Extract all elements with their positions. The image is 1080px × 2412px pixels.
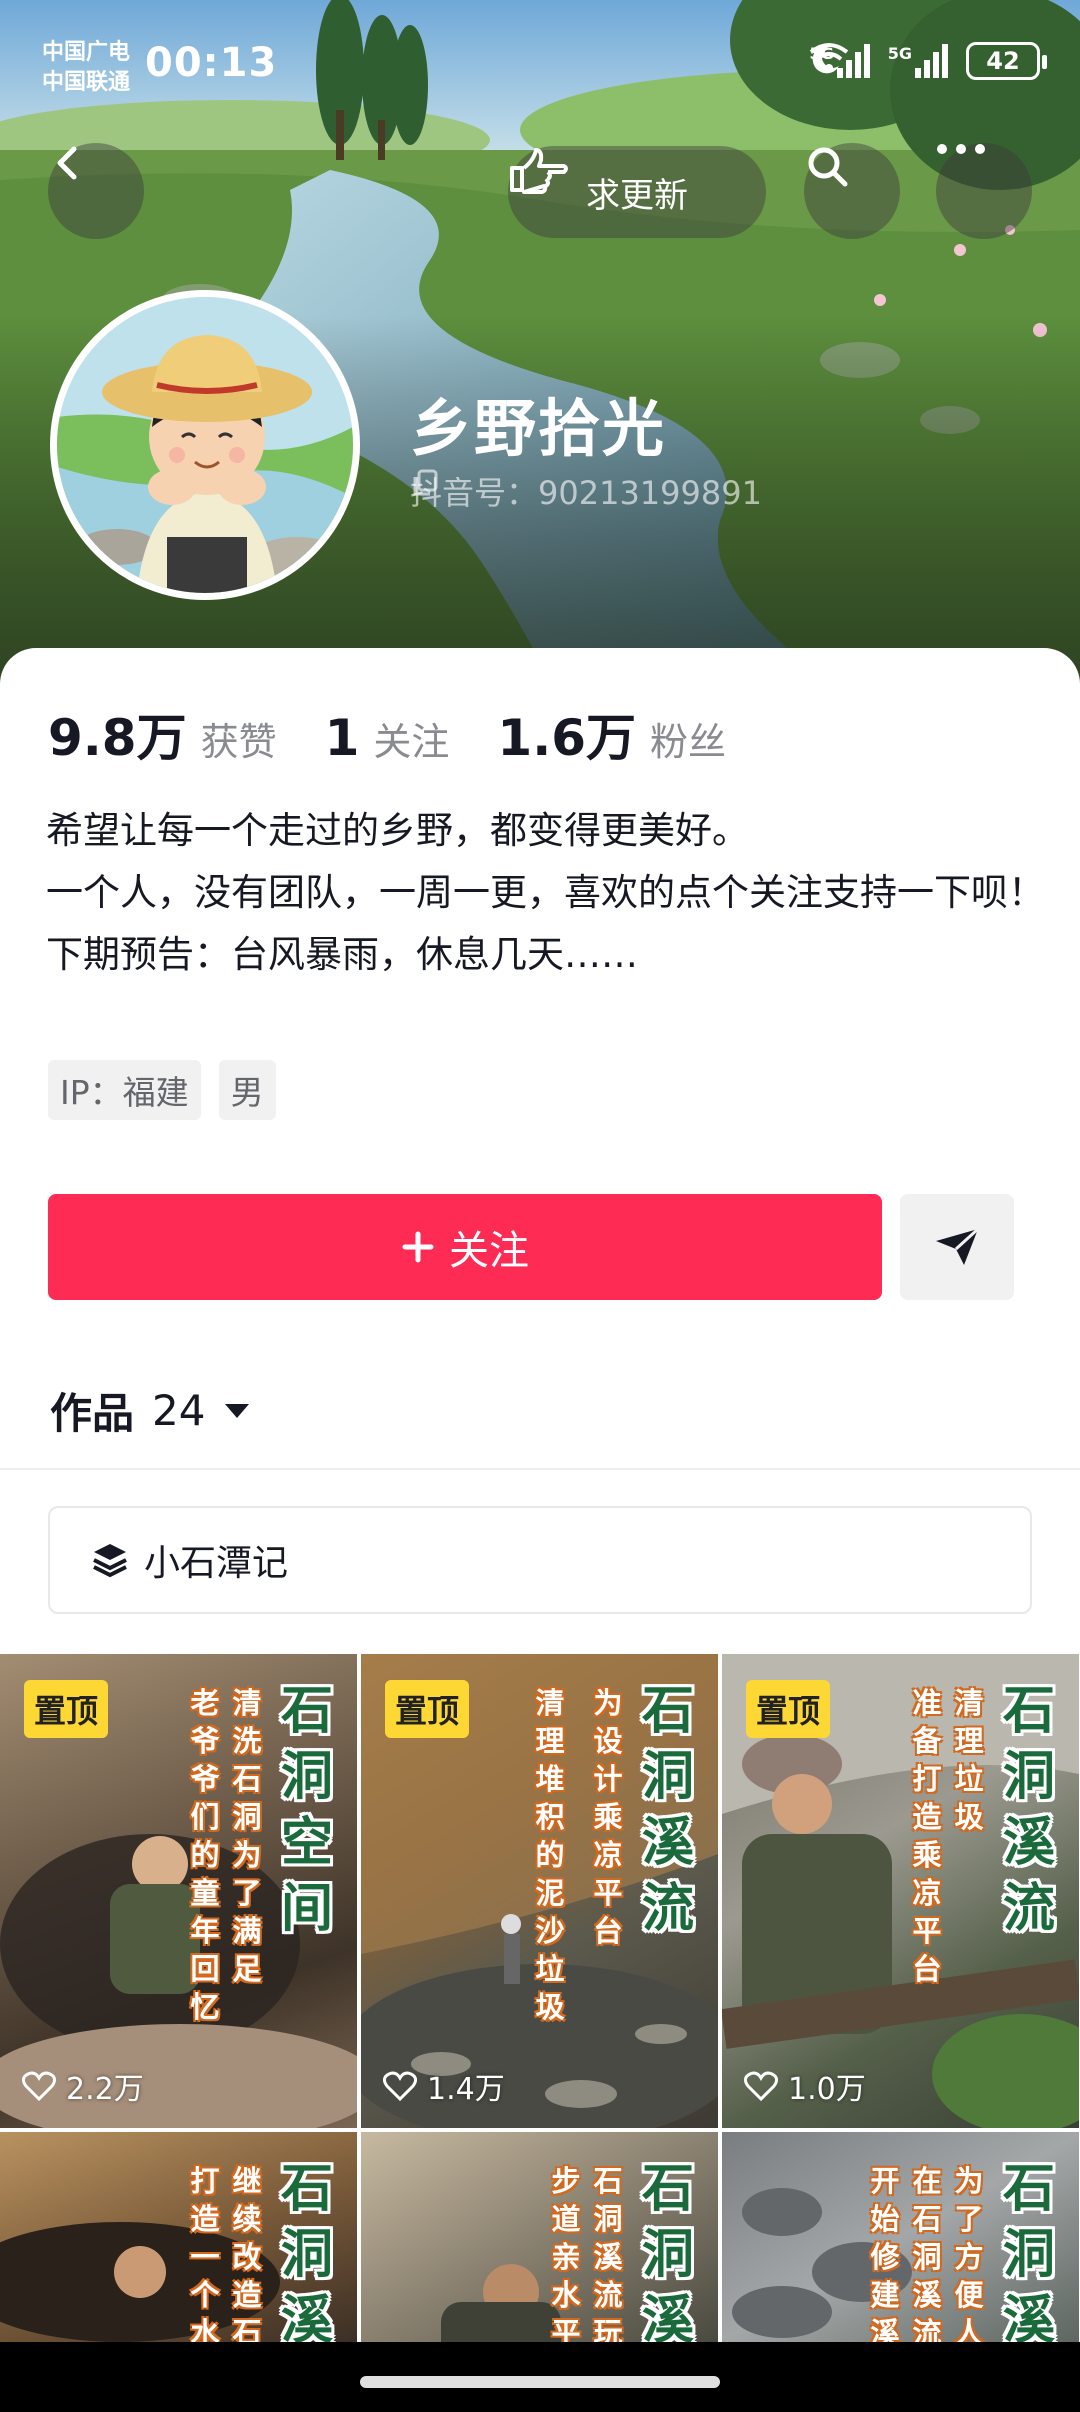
video-tile[interactable]: 继续改造石 打造一个水 石洞溪 <box>0 2132 357 2342</box>
carrier-1: 中国广电 <box>42 40 131 65</box>
more-icon <box>937 144 985 154</box>
bio-line: 一个人，没有团队，一周一更，喜欢的点个关注支持一下呗！ <box>46 871 1045 914</box>
video-subtitle: 为设计乘凉平台 <box>593 1686 623 1948</box>
request-update-button[interactable]: 求更新 <box>508 146 766 238</box>
video-tile[interactable]: 石洞溪流玩 步道亲水平台 石洞溪 <box>361 2132 718 2342</box>
likes-label: 获赞 <box>200 720 277 764</box>
followers-label[interactable]: 粉丝 <box>650 711 726 766</box>
clock: 00:13 <box>145 40 278 86</box>
video-likes: 1.0万 <box>744 2064 866 2108</box>
status-bar: 中国广电 中国联通 00:13 5G 5G 42 <box>0 0 1080 130</box>
followers-count[interactable]: 1.6万 <box>497 698 636 770</box>
video-title: 石洞溪 <box>280 2159 333 2342</box>
status-icons: 5G 5G 42 <box>809 42 1047 80</box>
following-count[interactable]: 1 <box>325 709 360 767</box>
carrier-info: 中国广电 中国联通 <box>42 38 130 98</box>
heart-icon <box>22 2071 56 2101</box>
avatar[interactable] <box>50 290 360 600</box>
avatar-illustration <box>57 297 353 593</box>
search-icon <box>808 147 848 187</box>
douyin-id-text: 抖音号：90213199891 <box>410 474 762 512</box>
pinned-badge: 置顶 <box>385 1680 470 1738</box>
works-label: 作品 <box>50 1389 135 1438</box>
profile-banner: 中国广电 中国联通 00:13 5G 5G 42 求更新 <box>0 0 1080 700</box>
back-button[interactable] <box>48 143 144 239</box>
video-subtitle: 开始修建溪边 <box>870 2164 900 2342</box>
collection-item[interactable]: 小石潭记 <box>48 1506 1032 1614</box>
video-tile[interactable]: 为了方便人们 在石洞溪流玩 开始修建溪边 石洞溪 <box>722 2132 1079 2342</box>
wifi-icon <box>810 43 849 72</box>
ip-tag: IP：福建 <box>48 1060 201 1120</box>
signal-2-icon: 5G <box>888 44 948 78</box>
likes-count: 1.0万 <box>788 2072 866 2107</box>
works-count: 24 <box>152 1386 206 1435</box>
message-button[interactable] <box>900 1194 1014 1300</box>
likes-count: 2.2万 <box>66 2072 144 2107</box>
video-title: 石洞溪 <box>1002 2159 1055 2342</box>
carrier-2: 中国联通 <box>42 70 131 95</box>
home-indicator[interactable] <box>360 2376 720 2388</box>
caret-down-icon <box>225 1403 250 1418</box>
works-tab[interactable]: 作品 24 <box>50 1380 251 1441</box>
video-title: 石洞空间 <box>280 1681 333 1939</box>
video-title: 石洞溪流 <box>641 1681 694 1939</box>
bio-line: 下期预告：台风暴雨，休息几天…… <box>46 933 638 976</box>
video-subtitle: 老爷爷们的童年回忆 <box>190 1686 220 2024</box>
follow-label: 关注 <box>449 1228 529 1274</box>
nickname: 乡野拾光 <box>410 392 667 465</box>
heart-icon <box>383 2071 417 2101</box>
bio-line: 希望让每一个走过的乡野，都变得更美好。 <box>46 809 749 852</box>
layers-icon <box>93 1544 127 1578</box>
copy-icon[interactable] <box>410 468 440 498</box>
send-icon <box>936 1227 980 1265</box>
likes-count: 1.4万 <box>427 2072 505 2107</box>
douyin-id[interactable]: 抖音号：90213199891 <box>410 468 762 514</box>
bio: 希望让每一个走过的乡野，都变得更美好。 一个人，没有团队，一周一更，喜欢的点个关… <box>46 800 1046 986</box>
system-nav-bar <box>0 2342 1080 2412</box>
profile-stats: 9.8万 获赞 1 关注 1.6万 粉丝 <box>48 698 774 770</box>
request-update-label: 求更新 <box>586 175 688 216</box>
video-subtitle: 步道亲水平台 <box>551 2164 581 2342</box>
collection-label: 小石潭记 <box>144 1543 289 1584</box>
video-title: 石洞溪流 <box>1002 1681 1055 1939</box>
divider <box>0 1468 1080 1470</box>
video-subtitle: 清理堆积的泥沙垃圾 <box>535 1686 565 2024</box>
battery-icon: 42 <box>966 42 1047 80</box>
plus-icon <box>402 1231 434 1263</box>
video-tile[interactable]: 置顶 清洗石洞 为了满足 老爷爷们的童年回忆 石洞空间 2.2万 <box>0 1654 357 2128</box>
video-tile[interactable]: 置顶 为设计乘凉平台 清理堆积的泥沙垃圾 石洞溪流 1.4万 <box>361 1654 718 2128</box>
more-button[interactable] <box>936 143 1032 239</box>
video-title: 石洞溪 <box>641 2159 694 2342</box>
video-subtitle: 石洞溪流玩 <box>593 2164 623 2342</box>
chevron-left-icon <box>57 146 77 180</box>
pinned-badge: 置顶 <box>24 1680 109 1738</box>
gender-tag: 男 <box>218 1060 276 1120</box>
likes-count: 9.8万 <box>48 709 187 767</box>
pointing-hand-icon <box>510 148 568 194</box>
follow-button[interactable]: 关注 <box>48 1194 882 1300</box>
pinned-badge: 置顶 <box>746 1680 831 1738</box>
heart-icon <box>744 2071 778 2101</box>
profile-tags: IP：福建 男 <box>48 1060 276 1120</box>
search-button[interactable] <box>804 143 900 239</box>
video-likes: 1.4万 <box>383 2064 505 2108</box>
video-likes: 2.2万 <box>22 2064 144 2108</box>
video-subtitle: 清理垃圾 <box>954 1686 984 1834</box>
video-subtitle: 准备打造乘凉平台 <box>912 1686 942 1986</box>
following-label[interactable]: 关注 <box>373 711 449 766</box>
video-subtitle: 打造一个水 <box>190 2164 220 2342</box>
video-subtitle: 在石洞溪流玩 <box>912 2164 942 2342</box>
video-tile[interactable]: 置顶 清理垃圾 准备打造乘凉平台 石洞溪流 1.0万 <box>722 1654 1079 2128</box>
video-subtitle: 继续改造石 <box>232 2164 262 2342</box>
video-subtitle: 清洗石洞 为了满足 <box>232 1686 262 1986</box>
video-subtitle: 为了方便人们 <box>954 2164 984 2342</box>
